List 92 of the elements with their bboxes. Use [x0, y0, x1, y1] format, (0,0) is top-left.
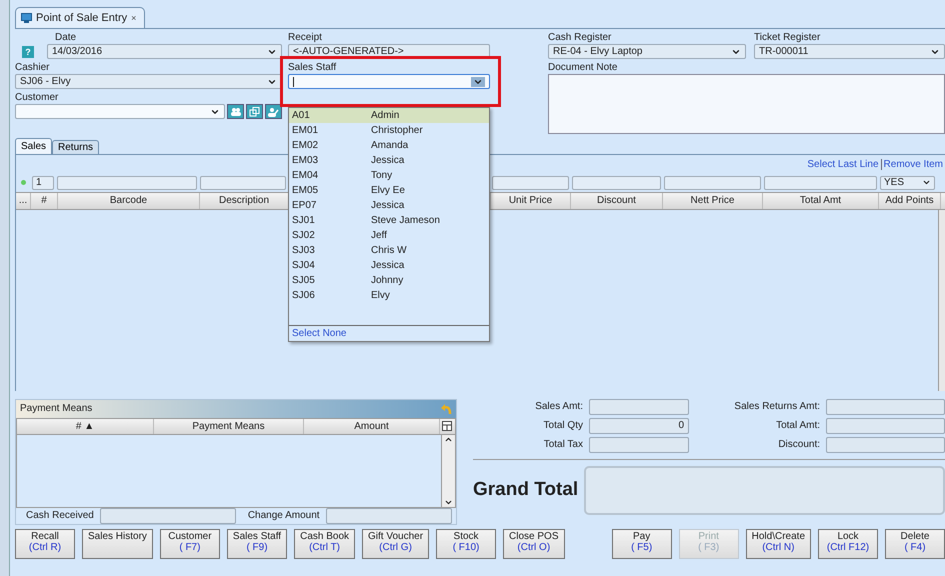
filter-field[interactable]	[664, 176, 761, 190]
scrollbar[interactable]	[441, 434, 455, 507]
close-icon[interactable]: ×	[131, 13, 136, 24]
field-label: Cash Register	[548, 32, 612, 44]
dropdown-item[interactable]: SJ03 Chris W	[289, 243, 489, 258]
sales-tab[interactable]: Returns	[52, 140, 100, 154]
total-label: Total Qty	[542, 420, 583, 432]
dropdown-item[interactable]: A01 Admin	[289, 108, 489, 123]
ticket-register-field[interactable]: TR-000011	[754, 44, 945, 60]
toolbar-button[interactable]: Close POS (Ctrl O)	[503, 528, 565, 559]
column-header[interactable]: Total Amt	[763, 192, 879, 209]
field-label: Customer	[15, 92, 60, 104]
toolbar-button[interactable]: Pay ( F5)	[612, 528, 672, 559]
toolbar-button[interactable]: Sales History	[82, 528, 153, 559]
dropdown-item[interactable]: SJ02 Jeff	[289, 228, 489, 243]
toolbar-button[interactable]: Sales Staff ( F9)	[226, 528, 288, 559]
dropdown-item[interactable]: SJ04 Jessica	[289, 258, 489, 273]
toolbar-button[interactable]: Gift Voucher (Ctrl G)	[362, 528, 430, 559]
total-value-field: 0	[589, 418, 689, 434]
panel-title: Payment Means	[20, 403, 92, 414]
copy-customer-button[interactable]	[246, 104, 263, 120]
column-header[interactable]: #	[31, 192, 58, 209]
column-header[interactable]: Amount	[304, 418, 440, 434]
column-header[interactable]: ...	[16, 192, 31, 209]
person-edit-icon	[268, 106, 279, 117]
cash-register-field[interactable]: RE-04 - Elvy Laptop	[548, 44, 746, 60]
field-label: Date	[54, 32, 78, 44]
total-label: Total Amt:	[775, 420, 820, 432]
filter-field[interactable]: 1	[32, 176, 54, 190]
column-header[interactable]: Barcode	[58, 192, 200, 209]
dropdown-item[interactable]: EM02 Amanda	[289, 138, 489, 153]
field-label: Cash Received	[26, 510, 94, 522]
filter-field[interactable]	[764, 176, 877, 190]
toolbar-button[interactable]: Stock ( F10)	[436, 528, 496, 559]
document-note-field[interactable]	[548, 74, 945, 134]
total-label: Sales Returns Amt:	[733, 401, 820, 412]
monitor-icon	[21, 13, 32, 24]
field-label: Ticket Register	[754, 32, 822, 44]
people-icon	[230, 107, 241, 116]
status-dot-icon	[21, 180, 26, 186]
dropdown-item[interactable]: EM01 Christopher	[289, 123, 489, 138]
column-header[interactable]: Discount	[571, 192, 663, 209]
total-label: Total Tax	[542, 439, 583, 450]
sales-staff-field[interactable]	[288, 74, 490, 90]
column-chooser-icon[interactable]	[442, 420, 452, 431]
scrollbar[interactable]	[938, 210, 945, 391]
toolbar-button[interactable]: Customer ( F7)	[160, 528, 220, 559]
grand-total-label: Grand Total	[473, 479, 578, 502]
filter-field[interactable]	[572, 176, 661, 190]
field-label: Receipt	[288, 32, 323, 44]
toolbar-button[interactable]: Hold\Create (Ctrl N)	[746, 528, 811, 559]
toolbar-button[interactable]: Lock (Ctrl F12)	[818, 528, 878, 559]
field-label: Cashier	[15, 62, 50, 74]
field-label: Sales Staff	[288, 62, 338, 74]
field-label: Document Note	[548, 62, 618, 74]
dropdown-item[interactable]: EM04 Tony	[289, 168, 489, 183]
filter-field[interactable]	[57, 176, 197, 190]
toolbar-button[interactable]: Recall (Ctrl R)	[15, 528, 75, 559]
column-header[interactable]: Nett Price	[663, 192, 763, 209]
copy-icon	[249, 106, 260, 117]
filter-dropdown[interactable]: YES	[880, 176, 935, 190]
dropdown-caret-icon[interactable]	[471, 76, 485, 87]
document-tab[interactable]: Point of Sale Entry ×	[15, 7, 146, 28]
dropdown-item[interactable]: SJ01 Steve Jameson	[289, 213, 489, 228]
select-none-link[interactable]: Select None	[289, 325, 489, 341]
filter-field[interactable]	[492, 176, 569, 190]
grid-link[interactable]: Select Last Line	[805, 158, 882, 170]
add-customer-button[interactable]	[227, 104, 244, 120]
dropdown-item[interactable]: SJ06 Elvy	[289, 288, 489, 303]
filter-field[interactable]	[200, 176, 286, 190]
edit-customer-button[interactable]	[265, 104, 282, 120]
cashier-field[interactable]: SJ06 - Elvy	[15, 74, 282, 90]
column-header[interactable]: Add Points	[879, 192, 941, 209]
sales-tab[interactable]: Sales	[15, 138, 52, 154]
dropdown-item[interactable]: EM05 Elvy Ee	[289, 183, 489, 198]
text-cursor	[293, 76, 294, 87]
dropdown-item[interactable]: SJ05 Johnny	[289, 273, 489, 288]
date-field[interactable]: 14/03/2016	[47, 44, 282, 60]
total-label: Sales Amt:	[534, 401, 583, 412]
column-header[interactable]: # ▲	[17, 418, 154, 434]
dropdown-item[interactable]: EP07 Jessica	[289, 198, 489, 213]
column-header[interactable]: Unit Price	[491, 192, 571, 209]
change-amount-field[interactable]	[326, 508, 452, 524]
dropdown-item[interactable]: EM03 Jessica	[289, 153, 489, 168]
customer-field[interactable]	[15, 104, 225, 120]
toolbar-button[interactable]: Cash Book (Ctrl T)	[294, 528, 356, 559]
grid-link[interactable]: Remove Item	[882, 158, 945, 170]
cash-received-field[interactable]	[100, 508, 236, 524]
field-label: Change Amount	[248, 510, 320, 522]
total-label: Discount:	[777, 439, 820, 450]
toolbar-button[interactable]: Delete ( F4)	[885, 528, 945, 559]
column-header[interactable]: Payment Means	[154, 418, 304, 434]
